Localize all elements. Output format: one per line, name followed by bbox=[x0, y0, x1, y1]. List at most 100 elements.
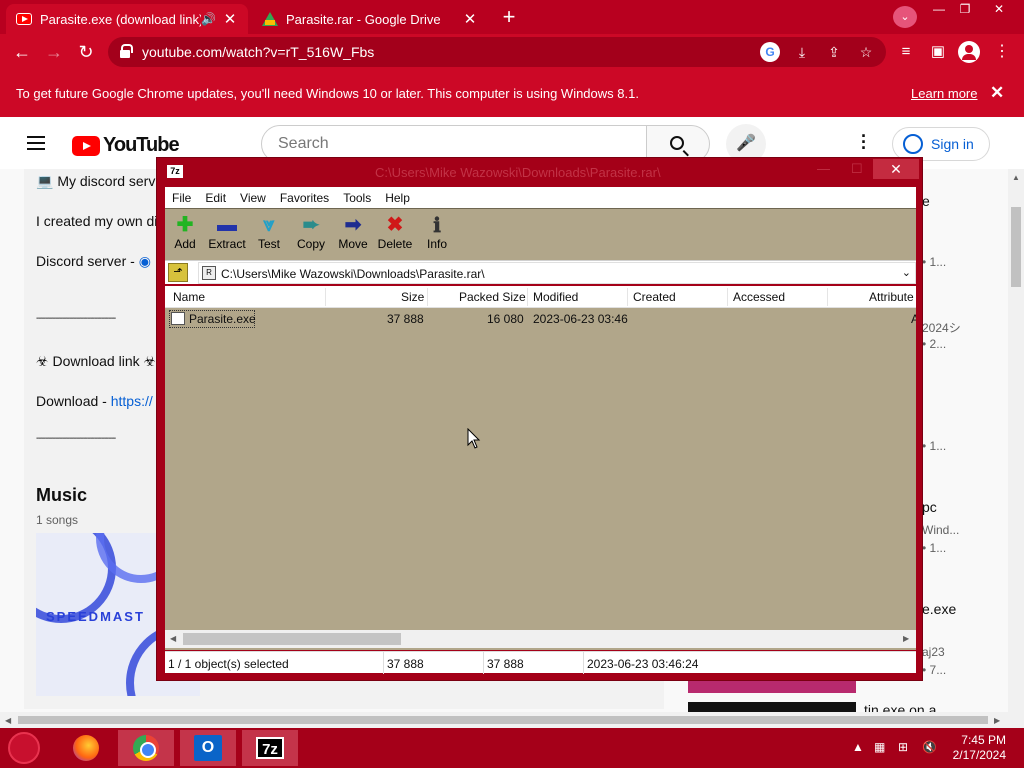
x-icon: ✖ bbox=[386, 214, 404, 236]
sign-in-button[interactable]: Sign in bbox=[892, 127, 990, 161]
media-control-icon[interactable]: ≡ bbox=[894, 40, 918, 64]
side-video-meta: • 1... bbox=[922, 439, 947, 453]
list-horizontal-scrollbar[interactable]: ◀ ▶ bbox=[165, 630, 916, 648]
side-video-thumbnail[interactable] bbox=[688, 702, 856, 712]
network-icon[interactable]: ⊞ bbox=[898, 740, 908, 754]
folder-up-icon[interactable]: ⬏ bbox=[168, 263, 188, 282]
profile-avatar-icon[interactable] bbox=[958, 41, 980, 63]
side-panel-icon[interactable]: ▣ bbox=[926, 40, 950, 64]
infobar-message: To get future Google Chrome updates, you… bbox=[16, 86, 639, 101]
sevenzip-titlebar[interactable]: 7z C:\Users\Mike Wazowski\Downloads\Para… bbox=[157, 158, 922, 186]
table-row[interactable]: Parasite.exe 37 888 16 080 2023-06-23 03… bbox=[165, 310, 916, 328]
taskbar-outlook[interactable]: O bbox=[180, 730, 236, 766]
column-attributes[interactable]: Attribute bbox=[869, 290, 914, 304]
page-horizontal-scrollbar[interactable]: ◀ ▶ bbox=[0, 712, 1008, 728]
taskbar-firefox[interactable] bbox=[58, 730, 114, 766]
volume-muted-icon[interactable]: 🔇 bbox=[922, 740, 937, 754]
delete-button[interactable]: ✖ Delete bbox=[375, 213, 415, 251]
chrome-menu-icon[interactable]: ⋮ bbox=[990, 40, 1014, 64]
menu-file[interactable]: File bbox=[165, 191, 198, 205]
action-center-icon[interactable]: ▦ bbox=[874, 740, 885, 754]
side-video-meta: • 2... bbox=[922, 337, 947, 351]
system-clock[interactable]: 7:45 PM 2/17/2024 bbox=[950, 733, 1006, 763]
side-video-title[interactable]: pc bbox=[922, 499, 937, 515]
column-modified[interactable]: Modified bbox=[533, 290, 578, 304]
description-line: 💻 My discord serve bbox=[36, 173, 164, 189]
download-link[interactable]: https:// bbox=[111, 393, 153, 409]
column-accessed[interactable]: Accessed bbox=[733, 290, 785, 304]
install-icon[interactable]: ⤓ bbox=[792, 42, 812, 62]
hamburger-menu-icon[interactable] bbox=[27, 136, 45, 150]
status-bar: 1 / 1 object(s) selected 37 888 37 888 2… bbox=[165, 651, 916, 674]
menu-favorites[interactable]: Favorites bbox=[273, 191, 336, 205]
close-window-icon[interactable]: ✕ bbox=[986, 0, 1012, 18]
url-text: youtube.com/watch?v=rT_516W_Fbs bbox=[142, 44, 375, 60]
info-button[interactable]: ℹ Info bbox=[417, 213, 457, 251]
column-size[interactable]: Size bbox=[401, 290, 424, 304]
tab-search-icon[interactable]: ⌄ bbox=[893, 6, 917, 28]
copy-button[interactable]: ➨ Copy bbox=[291, 213, 331, 251]
infobar-close-icon[interactable]: ✕ bbox=[990, 83, 1004, 103]
path-combobox[interactable]: R C:\Users\Mike Wazowski\Downloads\Paras… bbox=[198, 262, 916, 284]
test-button[interactable]: ⩔ Test bbox=[249, 213, 289, 251]
taskbar-7zip[interactable]: 7z bbox=[242, 730, 298, 766]
column-packed-size[interactable]: Packed Size bbox=[459, 290, 526, 304]
reload-icon[interactable]: ↻ bbox=[74, 40, 98, 64]
scrollbar-thumb[interactable] bbox=[1011, 207, 1021, 287]
close-tab-icon[interactable]: ✕ bbox=[462, 10, 478, 28]
menu-tools[interactable]: Tools bbox=[336, 191, 378, 205]
side-video-meta: 2024シ bbox=[922, 321, 961, 335]
menu-view[interactable]: View bbox=[233, 191, 273, 205]
page-vertical-scrollbar[interactable]: ▲ bbox=[1008, 169, 1024, 728]
move-button[interactable]: ➡ Move bbox=[333, 213, 373, 251]
start-button-icon[interactable] bbox=[8, 732, 40, 764]
lock-icon[interactable] bbox=[120, 44, 133, 58]
scrollbar-thumb[interactable] bbox=[183, 633, 401, 645]
minimize-icon[interactable]: — bbox=[926, 0, 952, 18]
column-name[interactable]: Name bbox=[173, 290, 205, 304]
scrollbar-thumb[interactable] bbox=[18, 716, 988, 724]
menu-help[interactable]: Help bbox=[378, 191, 417, 205]
side-video-title[interactable]: e bbox=[922, 193, 930, 209]
sevenzip-window: 7z C:\Users\Mike Wazowski\Downloads\Para… bbox=[156, 157, 923, 681]
maximize-icon[interactable]: ☐ bbox=[851, 161, 863, 177]
taskbar-chrome[interactable] bbox=[118, 730, 174, 766]
column-created[interactable]: Created bbox=[633, 290, 676, 304]
bookmark-star-icon[interactable]: ☆ bbox=[856, 42, 876, 62]
close-tab-icon[interactable]: ✕ bbox=[222, 10, 238, 28]
windows-taskbar: O 7z ▲ ▦ ⊞ 🔇 7:45 PM 2/17/2024 bbox=[0, 728, 1024, 768]
share-icon[interactable]: ⇪ bbox=[824, 42, 844, 62]
menu-edit[interactable]: Edit bbox=[198, 191, 233, 205]
add-button[interactable]: ✚ Add bbox=[165, 213, 205, 251]
tray-expand-icon[interactable]: ▲ bbox=[852, 740, 864, 754]
extract-button[interactable]: ▬ Extract bbox=[207, 213, 247, 251]
description-line: Download - https:// bbox=[36, 393, 153, 409]
tab-google-drive[interactable]: Parasite.rar - Google Drive ✕ bbox=[252, 4, 488, 34]
speaker-icon[interactable]: 🔊 bbox=[201, 12, 216, 26]
minimize-icon[interactable]: — bbox=[817, 161, 830, 176]
restore-icon[interactable]: ❐ bbox=[952, 0, 978, 18]
youtube-logo[interactable]: YouTube bbox=[72, 134, 180, 157]
side-video-title[interactable]: e.exe bbox=[922, 601, 956, 617]
new-tab-button[interactable]: + bbox=[498, 6, 520, 29]
minus-icon: ▬ bbox=[217, 214, 237, 236]
tab-youtube[interactable]: Parasite.exe (download link) 🔊 ✕ bbox=[6, 4, 248, 34]
learn-more-link[interactable]: Learn more bbox=[911, 86, 977, 101]
file-list[interactable]: Name Size Packed Size Modified Created A… bbox=[165, 286, 916, 650]
search-placeholder: Search bbox=[278, 135, 329, 152]
tab-strip: Parasite.exe (download link) 🔊 ✕ Parasit… bbox=[0, 0, 1024, 34]
forward-icon[interactable]: → bbox=[42, 40, 66, 64]
clock-time: 7:45 PM bbox=[961, 733, 1006, 747]
chevron-down-icon[interactable]: ⌄ bbox=[902, 266, 911, 279]
info-icon: ℹ bbox=[433, 213, 441, 237]
back-icon[interactable]: ← bbox=[10, 40, 34, 64]
plus-icon: ✚ bbox=[176, 214, 194, 236]
google-lens-icon[interactable]: G bbox=[760, 42, 780, 62]
more-options-icon[interactable]: · · · bbox=[856, 127, 872, 157]
address-bar[interactable]: youtube.com/watch?v=rT_516W_Fbs G ⤓ ⇪ ☆ bbox=[108, 37, 886, 67]
tab-title: Parasite.exe (download link) bbox=[40, 11, 202, 27]
discord-link-icon[interactable]: ◉ bbox=[139, 253, 151, 269]
close-window-icon[interactable]: ✕ bbox=[873, 159, 919, 179]
file-size: 37 888 bbox=[387, 312, 424, 326]
side-video-meta: • 7... bbox=[922, 663, 947, 677]
